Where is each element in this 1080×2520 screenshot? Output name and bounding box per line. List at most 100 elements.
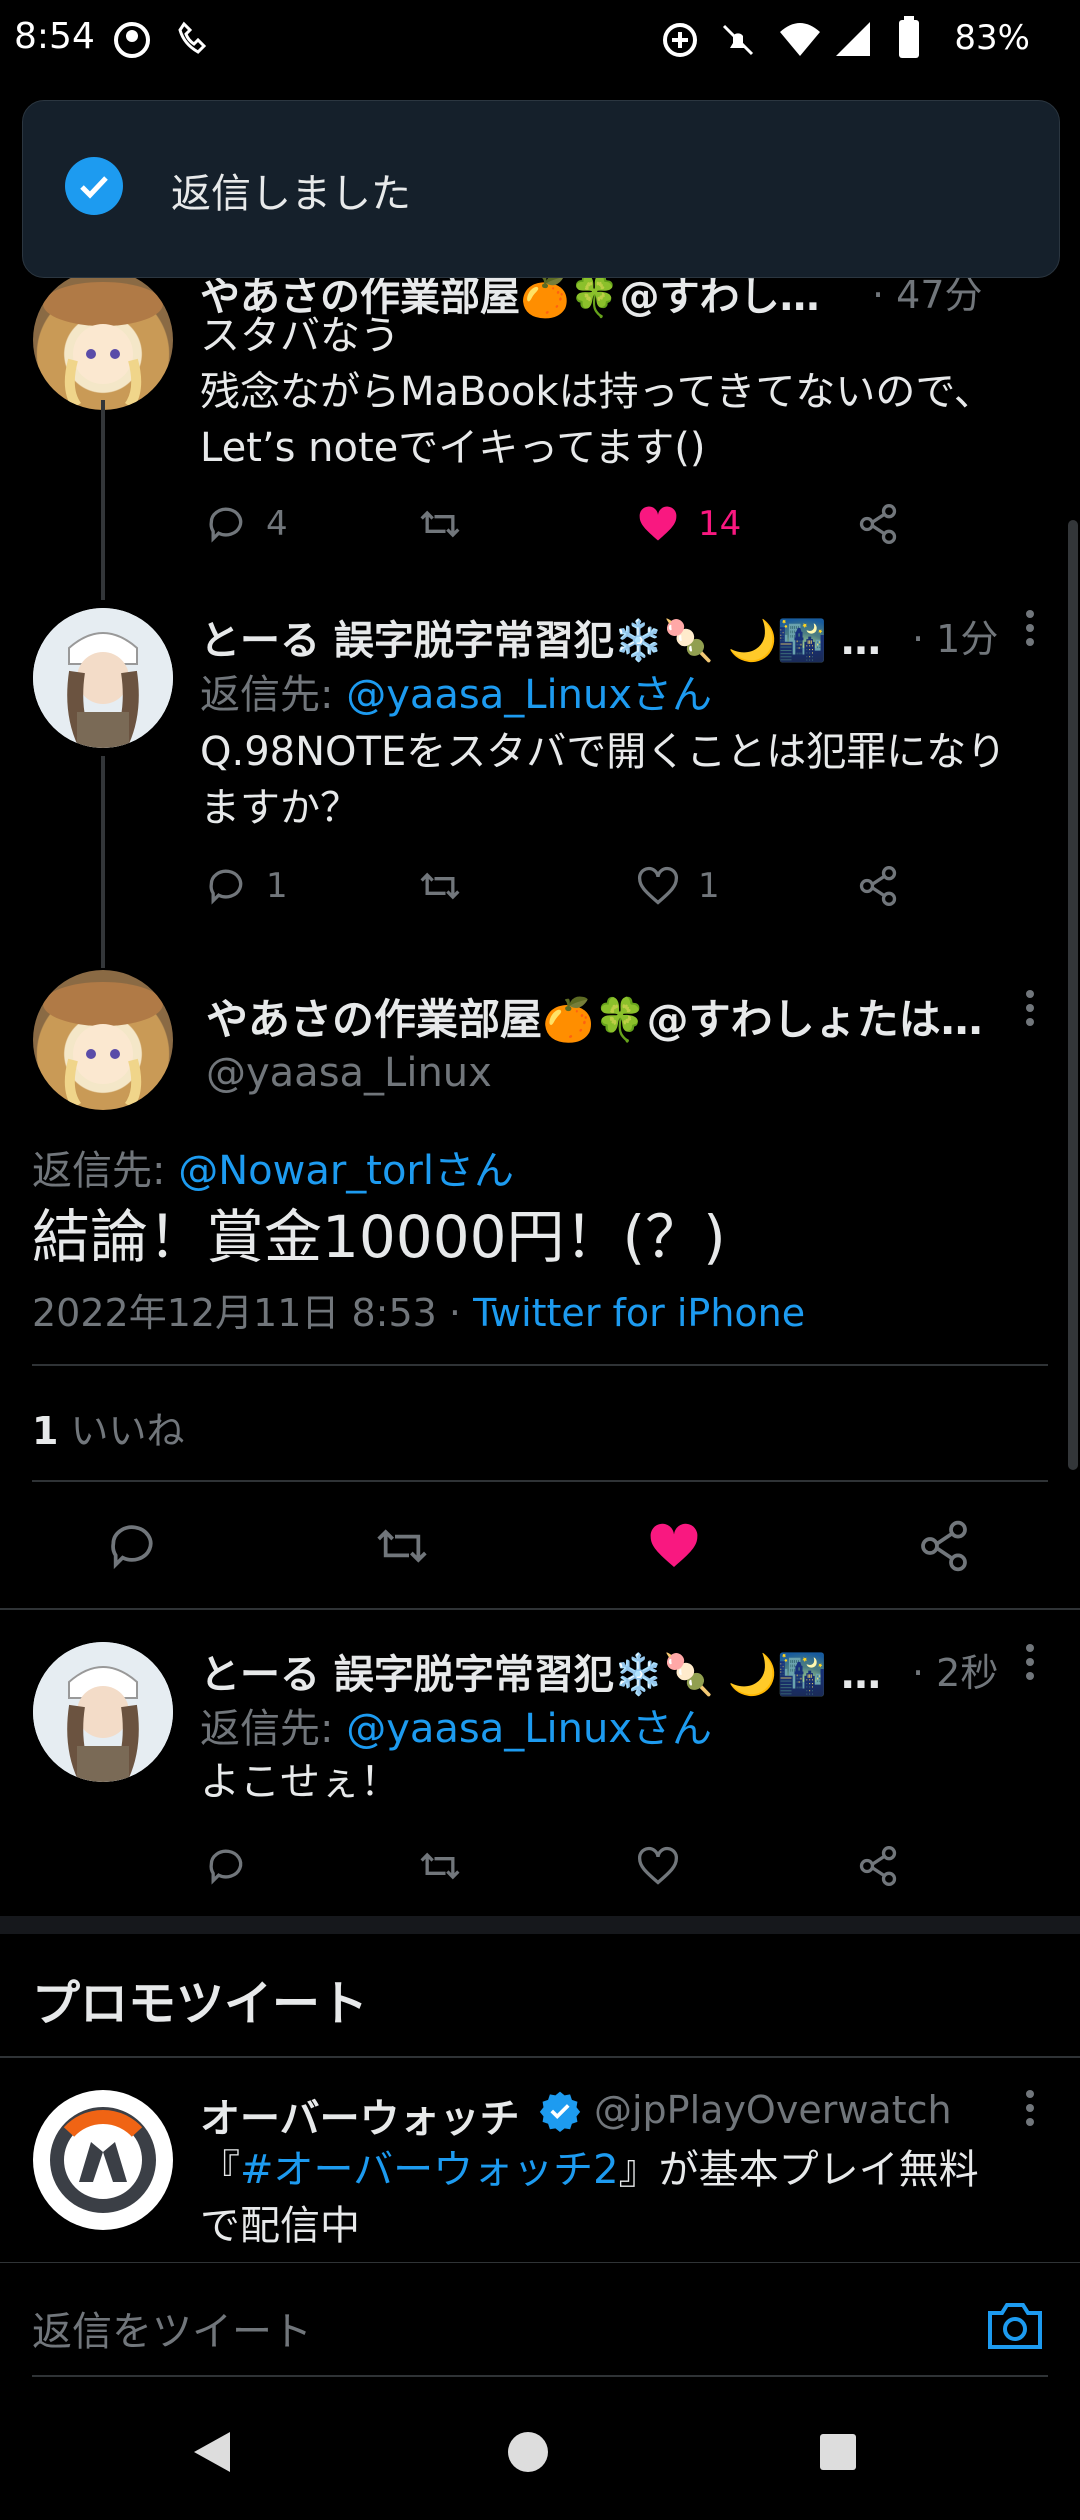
home-icon[interactable]: [506, 2430, 550, 2474]
battery-percent: 83%: [954, 18, 1030, 58]
promo-header: プロモツイート: [32, 1976, 369, 2032]
like-icon: [639, 506, 677, 541]
avatar[interactable]: [33, 970, 173, 1110]
battery-icon: [899, 16, 919, 58]
toast-text: 返信しました: [171, 171, 411, 217]
reply-to-link[interactable]: @yaasa_Linuxさん: [346, 672, 712, 718]
tweet-text-segment: 』が基本プレイ無料: [618, 2147, 979, 2193]
avatar[interactable]: [33, 608, 173, 748]
reply-bar: 返信をツイート: [0, 2262, 1080, 2383]
tweet-line: Let’s noteでイキってます(): [200, 425, 706, 471]
tweet-line: 残念ながらMaBookは持ってきてないので、: [200, 369, 994, 415]
reply-icon: [209, 869, 243, 905]
wifi-icon: [780, 23, 820, 56]
author-name[interactable]: オーバーウォッチ: [200, 2086, 520, 2144]
back-icon[interactable]: [190, 2428, 234, 2476]
tweet-text: 『#オーバーウォッチ2』が基本プレイ無料 で配信中: [200, 2142, 1060, 2254]
share-button[interactable]: [856, 1836, 900, 1896]
main-tweet: やあさの作業部屋🍊🍀@すわしょたは… @yaasa_Linux 返信先: @No…: [0, 960, 1080, 1600]
tweet-date: 2022年12月11日 8:53 ·: [32, 1291, 474, 1335]
tweet-item[interactable]: とーる 誤字脱字常習犯❄️🍡 🌙🌃 … · 1分 返信先: @yaasa_Lin…: [0, 600, 1080, 960]
retweet-icon: [420, 872, 460, 900]
kebab-icon[interactable]: [1010, 2080, 1050, 2140]
account-icon: [114, 22, 150, 58]
hashtag-link[interactable]: #オーバーウォッチ2: [240, 2147, 619, 2193]
tweet-text: スタバなう 残念ながらMaBookは持ってきてないので、 Let’s noteで…: [200, 308, 1040, 476]
share-button[interactable]: [856, 856, 900, 916]
call-icon: [178, 21, 207, 54]
tweet-text-segment: 『: [200, 2147, 240, 2193]
reply-button[interactable]: 4: [204, 494, 288, 554]
author-name[interactable]: やあさの作業部屋🍊🍀@すわしょたは…: [206, 986, 983, 1047]
kebab-icon[interactable]: [1010, 980, 1050, 1040]
like-icon: [638, 1846, 678, 1885]
reply-icon[interactable]: [104, 1518, 160, 1574]
promo-tweet[interactable]: オーバーウォッチ @jpPlayOverwatch 『#オーバーウォッチ2』が基…: [0, 2060, 1080, 2262]
author-name[interactable]: とーる 誤字脱字常習犯❄️🍡 🌙🌃 …: [200, 608, 881, 666]
tweet-item[interactable]: やあさの作業部屋🍊🍀@すわし… · 47分 スタバなう 残念ながらMaBookは…: [0, 250, 1080, 570]
reply-button[interactable]: 1: [204, 856, 288, 916]
action-bar: 4 14: [200, 494, 920, 554]
tweet-source[interactable]: Twitter for iPhone: [473, 1291, 805, 1335]
retweet-icon[interactable]: [374, 1518, 430, 1574]
tweet-line: Q.98NOTEをスタバで開くことは犯罪になり: [200, 729, 1007, 775]
kebab-icon[interactable]: [1010, 1634, 1050, 1694]
tweet-text: よこせぇ！: [200, 1759, 400, 1805]
like-count: 14: [698, 504, 742, 544]
retweet-button[interactable]: [418, 494, 462, 554]
verified-icon: [539, 2091, 581, 2132]
system-nav-bar: [0, 2382, 1080, 2520]
signal-icon: [836, 22, 870, 56]
avatar[interactable]: [33, 270, 173, 410]
reply-count: 1: [266, 866, 288, 906]
divider: [0, 1608, 1080, 1610]
reply-button[interactable]: [204, 1836, 248, 1896]
avatar[interactable]: [33, 2090, 173, 2230]
camera-icon[interactable]: [986, 2299, 1044, 2351]
tweet-line: スタバなう: [200, 313, 400, 359]
reply-icon: [209, 507, 243, 543]
reply-to-prefix: 返信先:: [200, 1706, 347, 1752]
reply-input[interactable]: 返信をツイート: [32, 2299, 312, 2357]
share-icon[interactable]: [916, 1518, 972, 1574]
avatar[interactable]: [33, 1642, 173, 1782]
tweet-time: · 2秒: [912, 1651, 999, 1695]
author-handle[interactable]: @yaasa_Linux: [206, 1050, 492, 1096]
like-button[interactable]: [636, 1836, 680, 1896]
share-button[interactable]: [856, 494, 900, 554]
kebab-icon[interactable]: [1010, 600, 1050, 660]
share-icon: [859, 504, 897, 544]
section-separator: [0, 1916, 1080, 1934]
tweet-time: · 1分: [912, 617, 999, 661]
like-icon[interactable]: [646, 1518, 702, 1574]
tweet-timestamp: 2022年12月11日 8:53 · Twitter for iPhone: [32, 1282, 805, 1337]
thread-line: [101, 756, 105, 968]
retweet-icon: [420, 1852, 460, 1880]
reply-underline: [32, 2375, 1048, 2377]
like-count: 1: [698, 866, 720, 906]
recents-icon[interactable]: [818, 2432, 858, 2472]
likes-count: 1: [32, 1409, 59, 1453]
tweet-item[interactable]: とーる 誤字脱字常習犯❄️🍡 🌙🌃 … · 2秒 返信先: @yaasa_Lin…: [0, 1612, 1080, 1912]
reply-to: 返信先: @yaasa_Linuxさん: [200, 662, 712, 720]
data-saver-icon: [663, 23, 697, 57]
tweet-line: ますか？: [200, 785, 360, 831]
reply-to-link[interactable]: @yaasa_Linuxさん: [346, 1706, 712, 1752]
tweet-text: Q.98NOTEをスタバで開くことは犯罪になり ますか？: [200, 724, 1060, 836]
tweet-line: で配信中: [200, 2203, 360, 2249]
author-handle[interactable]: @jpPlayOverwatch: [594, 2088, 952, 2132]
divider: [32, 1364, 1048, 1366]
mute-icon: [722, 24, 754, 56]
overwatch-logo: [50, 2107, 156, 2213]
reply-to: 返信先: @Nowar_torlさん: [32, 1138, 514, 1196]
like-button[interactable]: 14: [636, 494, 741, 554]
retweet-button[interactable]: [418, 1836, 462, 1896]
divider: [32, 1480, 1048, 1482]
reply-to: 返信先: @yaasa_Linuxさん: [200, 1696, 712, 1754]
likes-stat[interactable]: 1 いいね: [32, 1400, 185, 1455]
reply-to-link[interactable]: @Nowar_torlさん: [178, 1148, 514, 1194]
like-button[interactable]: 1: [636, 856, 720, 916]
author-name[interactable]: とーる 誤字脱字常習犯❄️🍡 🌙🌃 …: [200, 1642, 881, 1700]
retweet-button[interactable]: [418, 856, 462, 916]
status-time: 8:54: [14, 16, 95, 57]
